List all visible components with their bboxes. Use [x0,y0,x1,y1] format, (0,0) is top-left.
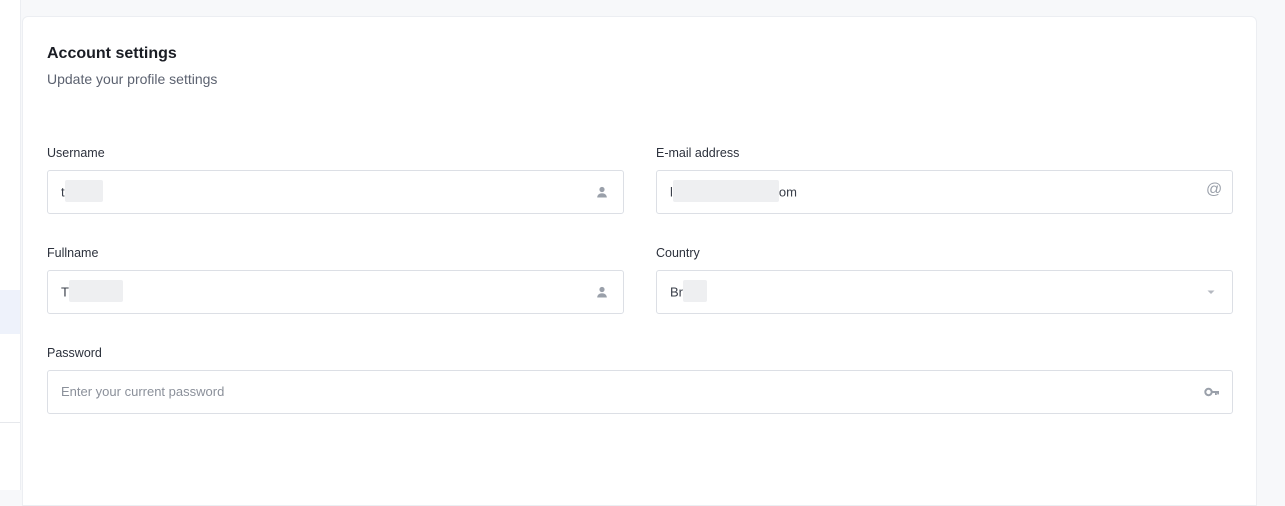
page-title: Account settings [47,45,177,62]
chevron-down-icon[interactable] [1204,285,1218,299]
redacted-block [68,280,123,302]
account-settings-card: Account settings Update your profile set… [22,16,1257,506]
country-label: Country [656,246,700,260]
redacted-block [683,280,707,302]
country-value: Br [670,280,707,302]
page-subtitle: Update your profile settings [47,71,218,87]
key-icon [1204,385,1219,399]
username-field[interactable]: t [47,170,624,214]
username-label: Username [47,146,105,160]
password-label: Password [47,346,102,360]
password-placeholder: Enter your current password [61,384,225,399]
email-field[interactable]: l om @ [656,170,1233,214]
sidebar-divider [0,422,20,423]
sidebar [0,0,21,490]
email-value: l om [670,180,797,202]
email-label: E-mail address [656,146,740,160]
fullname-value: T [61,280,123,302]
sidebar-active-item[interactable] [0,290,20,334]
fullname-field[interactable]: T [47,270,624,314]
password-field[interactable]: Enter your current password [47,370,1233,414]
fullname-label: Fullname [47,246,99,260]
user-icon [595,185,609,199]
username-value: t [61,180,103,202]
redacted-block [64,180,103,202]
redacted-block [672,180,779,202]
user-icon [595,285,609,299]
country-select[interactable]: Br [656,270,1233,314]
at-icon: @ [1206,181,1223,198]
